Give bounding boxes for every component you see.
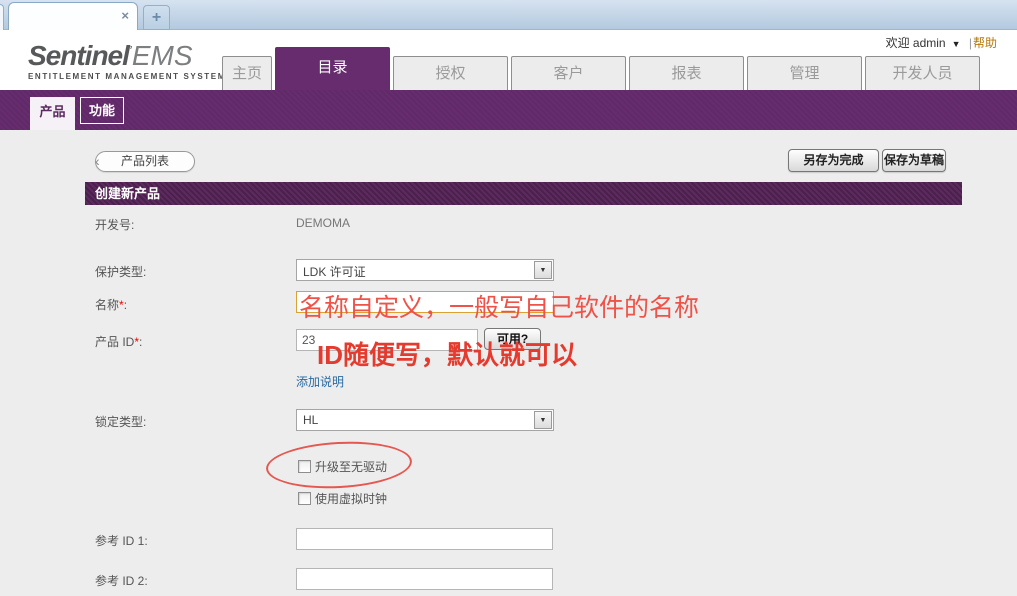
protection-type-select[interactable]: LDK 许可证 ▼	[296, 259, 554, 281]
tab-catalog[interactable]: 目录	[275, 47, 390, 90]
logo-text: Sentinel	[28, 40, 129, 71]
browser-tab-bar: × +	[0, 0, 1017, 30]
chevron-left-icon: ‹	[95, 156, 100, 167]
ref-id2-label: 参考 ID 2:	[95, 572, 148, 589]
virtual-clock-checkbox[interactable]	[298, 492, 311, 505]
virtual-clock-label: 使用虚拟时钟	[315, 490, 387, 507]
subtab-features[interactable]: 功能	[80, 97, 124, 124]
logo-subtitle: ENTITLEMENT MANAGEMENT SYSTEM	[28, 72, 226, 81]
close-tab-icon[interactable]: ×	[121, 9, 129, 23]
active-browser-tab[interactable]: ×	[8, 2, 138, 30]
lock-type-value: HL	[303, 413, 318, 427]
save-as-complete-button[interactable]: 另存为完成	[788, 149, 879, 172]
back-button-label: 产品列表	[121, 154, 169, 168]
subnav-bar: 产品 功能	[0, 90, 1017, 130]
developer-id-label: 开发号:	[95, 216, 134, 233]
red-circle-annotation	[265, 438, 413, 492]
product-id-label: 产品 ID*:	[95, 333, 142, 350]
logo-suffix: EMS	[132, 40, 193, 71]
ref-id1-label: 参考 ID 1:	[95, 532, 148, 549]
ref-id1-input[interactable]	[296, 528, 553, 550]
logo-title: Sentinel’EMS	[28, 36, 226, 71]
content-area: ‹ 产品列表 另存为完成 保存为草稿 创建新产品 开发号: DEMOMA 保护类…	[0, 130, 1017, 596]
name-label: 名称*:	[95, 296, 127, 313]
lock-type-label: 锁定类型:	[95, 413, 146, 430]
sentinel-ems-logo: Sentinel’EMS ENTITLEMENT MANAGEMENT SYST…	[28, 36, 226, 81]
name-annotation: 名称自定义，一般写自己软件的名称	[299, 288, 699, 324]
screen: × + Sentinel’EMS ENTITLEMENT MANAGEMENT …	[0, 0, 1017, 596]
tab-home[interactable]: 主页	[222, 56, 272, 90]
dropdown-arrow-icon[interactable]: ▼	[534, 261, 552, 279]
page-title: 创建新产品	[85, 182, 962, 205]
tab-customers[interactable]: 客户	[511, 56, 626, 90]
product-id-annotation: ID随便写，默认就可以	[317, 335, 577, 372]
protection-type-label: 保护类型:	[95, 263, 146, 280]
tab-entitlements[interactable]: 授权	[393, 56, 508, 90]
virtual-clock-row: 使用虚拟时钟	[298, 490, 387, 507]
tab-administration[interactable]: 管理	[747, 56, 862, 90]
subtab-products[interactable]: 产品	[30, 97, 75, 130]
ref-id2-input[interactable]	[296, 568, 553, 590]
tab-developers[interactable]: 开发人员	[865, 56, 980, 90]
save-as-draft-button[interactable]: 保存为草稿	[882, 149, 946, 172]
main-nav: 主页 目录 授权 客户 报表 管理 开发人员	[222, 47, 983, 90]
protection-type-value: LDK 许可证	[303, 263, 366, 280]
partial-tab[interactable]	[0, 4, 4, 30]
header: Sentinel’EMS ENTITLEMENT MANAGEMENT SYST…	[0, 30, 1017, 90]
dropdown-arrow-icon[interactable]: ▼	[534, 411, 552, 429]
tab-reports[interactable]: 报表	[629, 56, 744, 90]
developer-id-value: DEMOMA	[296, 216, 350, 230]
lock-type-select[interactable]: HL ▼	[296, 409, 554, 431]
add-description-link[interactable]: 添加说明	[296, 373, 344, 390]
product-list-back-button[interactable]: ‹ 产品列表	[95, 151, 195, 172]
new-tab-button[interactable]: +	[143, 5, 170, 30]
